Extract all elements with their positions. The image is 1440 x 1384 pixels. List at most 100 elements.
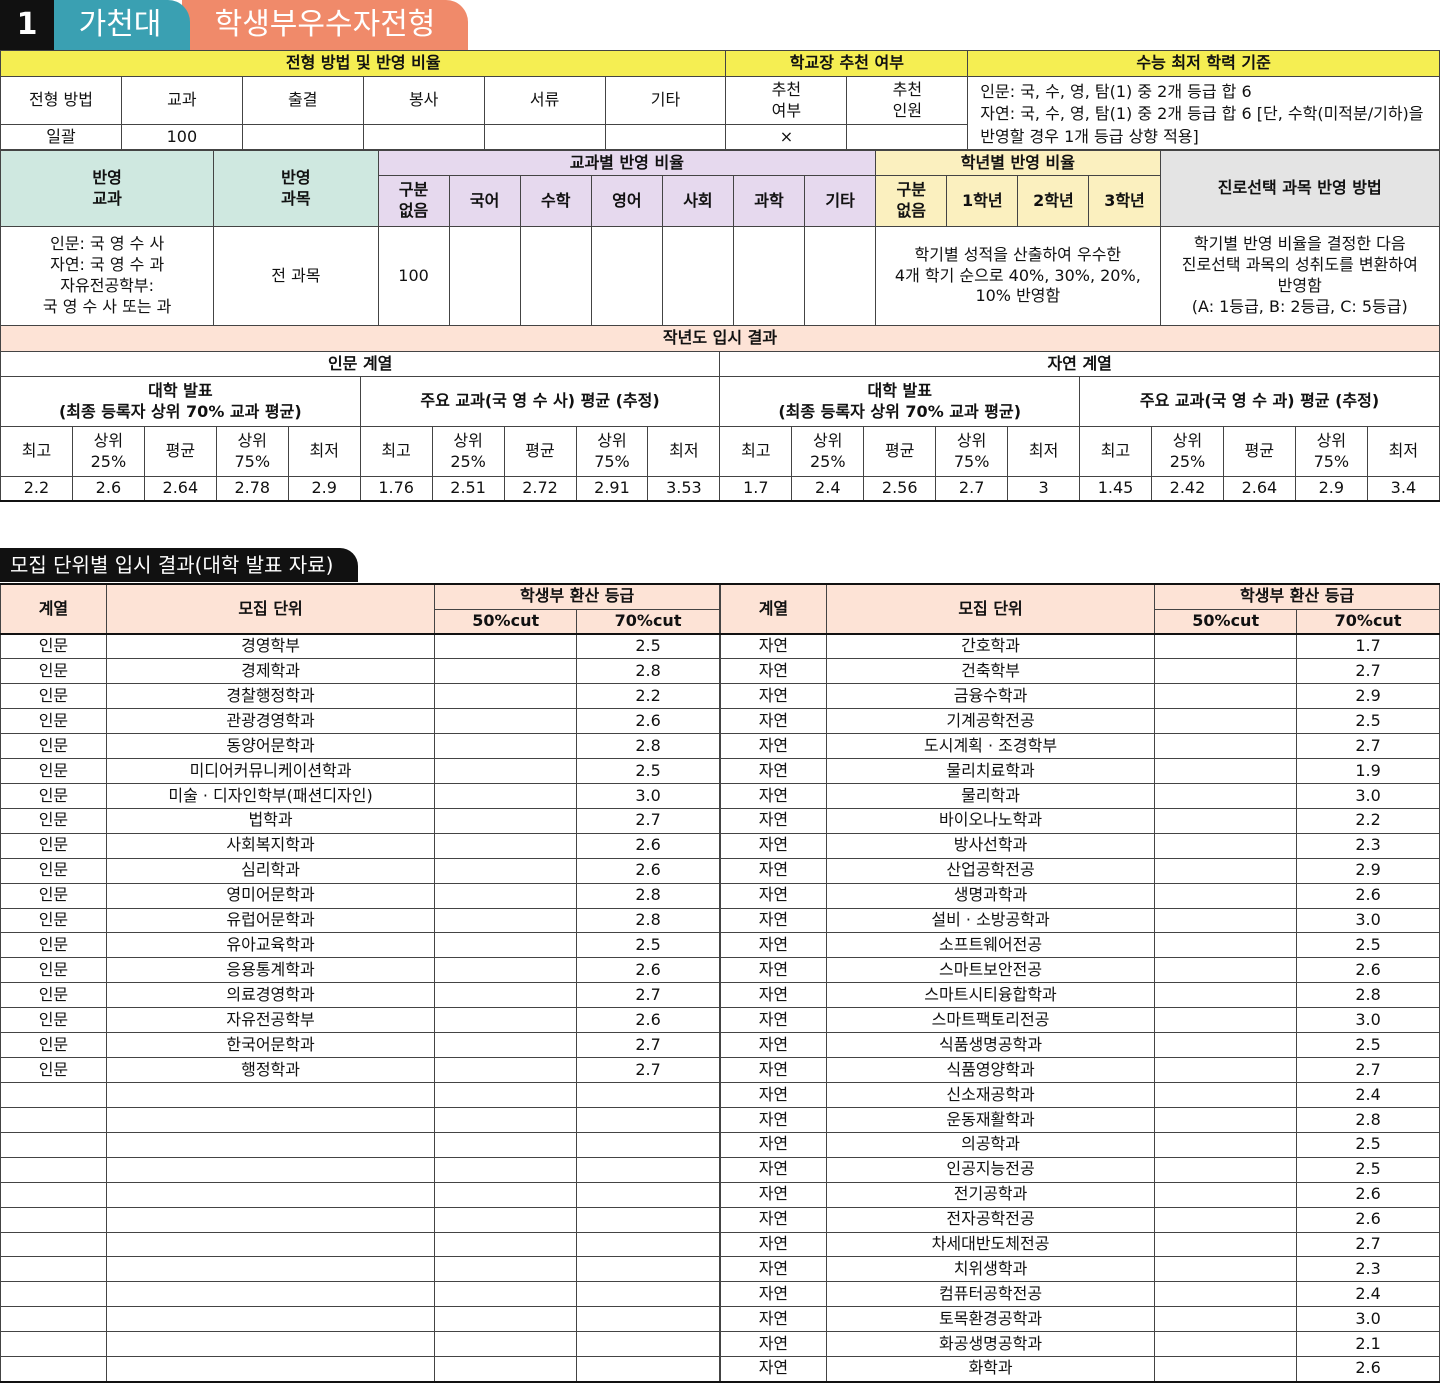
csat-min-line: 자연: 국, 수, 영, 탐(1) 중 2개 등급 합 6 [단, 수학(미적분… — [980, 104, 1424, 124]
row-track: 자연 — [720, 708, 827, 735]
ratio-val: 100 — [377, 226, 450, 326]
row-track: 인문 — [0, 832, 107, 859]
pub-line: (최종 등록자 상위 70% 교과 평균) — [778, 401, 1022, 421]
row-50cut — [1154, 857, 1298, 884]
stat-value: 2.7 — [935, 476, 1009, 502]
h-year: 학년별 반영 비율 — [875, 150, 1161, 176]
row-unit — [105, 1206, 436, 1233]
row-unit: 관광경영학과 — [105, 708, 436, 735]
row-70cut — [576, 1231, 720, 1258]
row-unit: 소프트웨어전공 — [825, 932, 1156, 959]
ratio-col: 기타 — [804, 175, 877, 227]
method-ratio-header: 전형 방법 및 반영 비율 — [0, 50, 727, 77]
stat-col: 최저 — [647, 426, 721, 477]
stat-col: 평균 — [863, 426, 937, 477]
stat-col: 평균 — [143, 426, 217, 477]
col-rec-status-label: 추천 여부 — [771, 79, 802, 120]
row-unit: 물리치료학과 — [825, 758, 1156, 784]
row-unit: 운동재활학과 — [825, 1106, 1156, 1133]
row-50cut — [434, 758, 578, 784]
row-70cut: 2.6 — [576, 832, 720, 859]
col-rec-status: 추천 여부 — [725, 76, 848, 125]
row-unit: 산업공학전공 — [825, 857, 1156, 884]
col-volunteer: 봉사 — [362, 76, 485, 125]
table-row: 인문 경제학과 2.8 — [0, 658, 720, 685]
stat-value: 2.42 — [1151, 476, 1224, 502]
row-unit — [105, 1131, 436, 1158]
row-unit: 생명과학과 — [825, 882, 1156, 909]
row-50cut — [1154, 733, 1298, 760]
career-line: (A: 1등급, B: 2등급, C: 5등급) — [1191, 296, 1408, 316]
row-unit: 설비 · 소방공학과 — [825, 907, 1156, 934]
row-70cut: 2.6 — [576, 708, 720, 735]
row-unit: 유럽어문학과 — [105, 907, 436, 934]
row-70cut: 2.8 — [576, 907, 720, 934]
pub-line: (최종 등록자 상위 70% 교과 평균) — [58, 401, 302, 421]
row-50cut — [434, 1306, 578, 1333]
row-track: 자연 — [720, 1331, 827, 1358]
table-row: 자연 물리학과 3.0 — [720, 782, 1440, 809]
h-unit: 모집 단위 — [825, 583, 1156, 635]
stat-col: 상위 75% — [935, 426, 1009, 477]
h-subject-label: 반영 교과 — [92, 167, 122, 208]
table-row: 인문 사회복지학과 2.6 — [0, 832, 720, 859]
row-50cut — [1154, 1256, 1298, 1283]
table-row: 인문 경영학부 2.5 — [0, 632, 720, 660]
stat-col: 최저 — [1007, 426, 1081, 477]
table-row: 인문 경찰행정학과 2.2 — [0, 683, 720, 710]
stat-col-label: 평균 — [884, 441, 915, 461]
nat-published: 대학 발표 (최종 등록자 상위 70% 교과 평균) — [719, 376, 1081, 427]
row-unit: 유아교육학과 — [105, 932, 436, 959]
row-track — [0, 1181, 107, 1208]
row-70cut: 2.5 — [1296, 932, 1440, 959]
row-unit: 영미어문학과 — [105, 882, 436, 909]
row-unit: 방사선학과 — [825, 832, 1156, 859]
csat-min-text: 인문: 국, 수, 영, 탐(1) 중 2개 등급 합 6 자연: 국, 수, … — [967, 76, 1440, 150]
row-70cut: 2.2 — [1296, 807, 1440, 834]
table-row: 인문 심리학과 2.6 — [0, 857, 720, 884]
row-track — [0, 1356, 107, 1383]
row-70cut: 2.5 — [1296, 708, 1440, 735]
h-career: 진로선택 과목 반영 방법 — [1159, 150, 1440, 227]
row-70cut — [576, 1206, 720, 1233]
ratio-val — [519, 226, 592, 326]
table-row: 인문 동양어문학과 2.8 — [0, 733, 720, 760]
subject-text: 인문: 국 영 수 사 자연: 국 영 수 과 자유전공학부: 국 영 수 사 … — [0, 226, 215, 326]
table-row — [0, 1306, 720, 1333]
row-50cut — [434, 632, 578, 660]
year-col: 2학년 — [1017, 175, 1090, 227]
row-70cut: 3.0 — [1296, 907, 1440, 934]
table-row: 자연 건축학부 2.7 — [720, 658, 1440, 685]
table-row: 자연 바이오나노학과 2.2 — [720, 807, 1440, 834]
row-50cut — [1154, 683, 1298, 710]
row-70cut: 2.9 — [1296, 683, 1440, 710]
ratio-col: 수학 — [519, 175, 592, 227]
row-unit — [105, 1356, 436, 1383]
year-col: 1학년 — [946, 175, 1019, 227]
row-track — [0, 1281, 107, 1308]
row-track: 인문 — [0, 683, 107, 710]
row-70cut: 2.7 — [1296, 1057, 1440, 1084]
stat-col-label: 상위 75% — [234, 430, 271, 471]
row-70cut: 2.6 — [576, 857, 720, 884]
year-line: 10% 반영함 — [975, 286, 1061, 306]
table-row — [0, 1231, 720, 1258]
row-50cut — [434, 1256, 578, 1283]
row-track: 자연 — [720, 982, 827, 1009]
val-other — [604, 124, 727, 150]
row-unit: 한국어문학과 — [105, 1032, 436, 1059]
row-unit: 사회복지학과 — [105, 832, 436, 859]
stat-col: 최고 — [0, 426, 73, 477]
hum-published: 대학 발표 (최종 등록자 상위 70% 교과 평균) — [0, 376, 361, 427]
row-70cut: 2.6 — [576, 1007, 720, 1034]
col-documents: 서류 — [483, 76, 606, 125]
year-text: 학기별 성적을 산출하여 우수한 4개 학기 순으로 40%, 30%, 20%… — [875, 226, 1161, 326]
row-unit — [105, 1231, 436, 1258]
stat-col-label: 최고 — [21, 441, 52, 461]
stat-col: 최저 — [1366, 426, 1440, 477]
h-ratio: 교과별 반영 비율 — [377, 150, 877, 176]
row-50cut — [1154, 758, 1298, 784]
career-line: 학기별 반영 비율을 결정한 다음 — [1193, 234, 1406, 254]
row-unit — [105, 1156, 436, 1183]
stat-col: 상위 25% — [431, 426, 505, 477]
